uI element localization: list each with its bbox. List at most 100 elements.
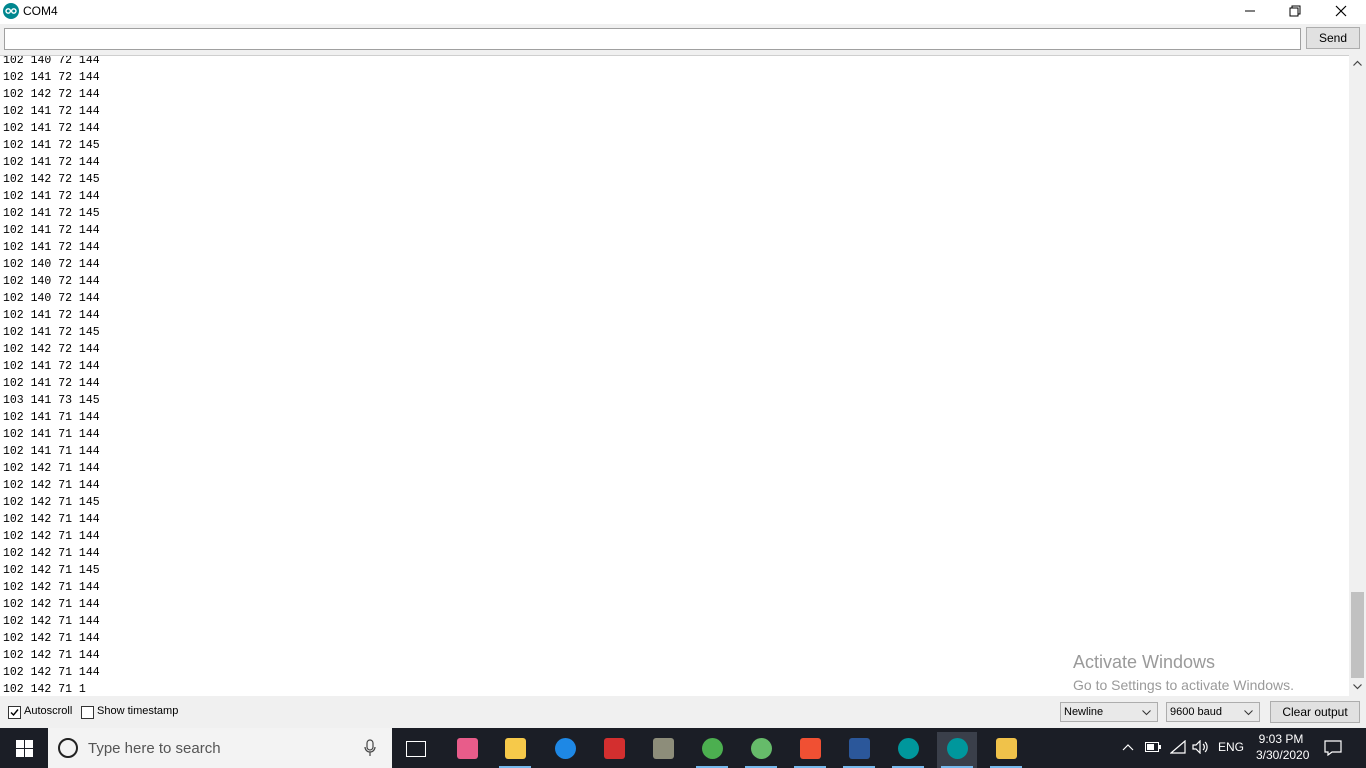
baud-rate-select[interactable]: 9600 baud: [1166, 702, 1260, 722]
output-line: 102 141 72 145: [3, 326, 100, 339]
output-line: 102 142 72 145: [3, 173, 100, 186]
output-line: 102 142 71 144: [3, 513, 100, 526]
notification-center-icon[interactable]: [1324, 740, 1342, 756]
wifi-icon[interactable]: [1170, 740, 1186, 754]
autoscroll-checkbox[interactable]: [8, 706, 21, 719]
output-line: 102 141 72 145: [3, 207, 100, 220]
output-line: 102 141 72 144: [3, 71, 100, 84]
output-line: 102 142 72 144: [3, 88, 100, 101]
word-taskbar-button[interactable]: [839, 732, 879, 768]
output-line: 102 142 71 144: [3, 615, 100, 628]
battery-icon[interactable]: [1145, 742, 1161, 752]
minimize-button[interactable]: [1227, 0, 1273, 22]
git-icon: [800, 738, 821, 759]
restore-button[interactable]: [1272, 0, 1318, 22]
file-explorer-taskbar-button[interactable]: [495, 732, 535, 768]
show-timestamp-checkbox[interactable]: [81, 706, 94, 719]
output-line: 102 142 71 144: [3, 581, 100, 594]
arduino-active-taskbar-button[interactable]: [937, 732, 977, 768]
word-icon: [849, 738, 870, 759]
gimp-icon: [653, 738, 674, 759]
send-toolbar: Send: [0, 24, 1366, 55]
task-view-taskbar-button[interactable]: [396, 732, 436, 768]
edge-taskbar-button[interactable]: [545, 732, 585, 768]
solidworks-taskbar-button[interactable]: [594, 732, 634, 768]
chevron-down-icon: [1142, 710, 1151, 716]
snipping-tool-icon: [457, 738, 478, 759]
output-line: 102 141 72 144: [3, 309, 100, 322]
output-line: 102 141 72 144: [3, 190, 100, 203]
output-line: 102 141 72 144: [3, 360, 100, 373]
output-line: 102 142 71 144: [3, 632, 100, 645]
output-line: 102 142 71 144: [3, 598, 100, 611]
scrollbar-thumb[interactable]: [1351, 592, 1364, 678]
arduino-icon: [898, 738, 919, 759]
microphone-icon[interactable]: [364, 739, 376, 757]
baud-rate-value: 9600 baud: [1170, 706, 1222, 718]
output-line: 102 142 71 144: [3, 547, 100, 560]
output-line: 102 140 72 144: [3, 275, 100, 288]
show-hidden-icons-chevron-icon[interactable]: [1122, 743, 1134, 751]
output-line: 102 142 71 144: [3, 649, 100, 662]
output-line: 102 141 71 144: [3, 411, 100, 424]
git-taskbar-button[interactable]: [790, 732, 830, 768]
output-line: 102 142 72 144: [3, 343, 100, 356]
snipping-tool-taskbar-button[interactable]: [447, 732, 487, 768]
atom-taskbar-button[interactable]: [741, 732, 781, 768]
output-line: 102 140 72 144: [3, 55, 100, 67]
scroll-down-arrow-icon[interactable]: [1349, 679, 1366, 696]
scroll-up-arrow-icon[interactable]: [1349, 55, 1366, 72]
system-clock[interactable]: 9:03 PM 3/30/2020: [1256, 731, 1309, 763]
serial-output[interactable]: 102 140 72 144 102 141 72 144 102 142 72 1…: [0, 55, 1349, 696]
output-line: 102 142 71 144: [3, 530, 100, 543]
output-line: 102 140 72 144: [3, 292, 100, 305]
taskbar-search-box[interactable]: Type here to search: [48, 728, 392, 768]
volume-icon[interactable]: [1192, 740, 1210, 754]
output-line: 102 142 71 1: [3, 683, 86, 696]
monitor-footer: Autoscroll Show timestamp Newline 9600 b…: [0, 696, 1366, 728]
clock-time: 9:03 PM: [1258, 732, 1304, 746]
activation-watermark-title: Activate Windows: [1073, 652, 1216, 672]
output-line: 103 141 73 145: [3, 394, 100, 407]
search-placeholder: Type here to search: [88, 740, 221, 757]
chrome-taskbar-button[interactable]: [692, 732, 732, 768]
language-indicator[interactable]: ENG: [1218, 740, 1244, 756]
output-line: 102 142 71 144: [3, 479, 100, 492]
close-button[interactable]: [1318, 0, 1364, 22]
output-line: 102 142 71 145: [3, 496, 100, 509]
send-button[interactable]: Send: [1306, 27, 1360, 49]
file-explorer-icon: [505, 738, 526, 759]
arduino-icon-active: [947, 738, 968, 759]
output-line: 102 141 72 144: [3, 105, 100, 118]
output-line: 102 142 71 144: [3, 666, 100, 679]
output-line: 102 141 72 144: [3, 122, 100, 135]
line-ending-select[interactable]: Newline: [1060, 702, 1158, 722]
atom-icon: [751, 738, 772, 759]
serial-input[interactable]: [4, 28, 1301, 50]
activation-watermark-subtitle: Go to Settings to activate Windows.: [1073, 677, 1294, 693]
windows-taskbar: Type here to search ENG 9:03 PM 3/30/202…: [0, 728, 1366, 768]
output-line: 102 140 72 144: [3, 258, 100, 271]
title-bar: COM4: [0, 0, 1366, 24]
vertical-scrollbar[interactable]: [1349, 55, 1366, 696]
chevron-down-icon: [1244, 710, 1253, 716]
arduino-app-icon: [3, 3, 19, 19]
solidworks-icon: [604, 738, 625, 759]
gimp-taskbar-button[interactable]: [643, 732, 683, 768]
paint-taskbar-button[interactable]: [986, 732, 1026, 768]
autoscroll-label: Autoscroll: [24, 705, 73, 717]
chrome-icon: [702, 738, 723, 759]
clear-output-button[interactable]: Clear output: [1270, 701, 1360, 723]
output-line: 102 141 72 144: [3, 241, 100, 254]
show-timestamp-label: Show timestamp: [97, 705, 179, 717]
output-line: 102 141 72 144: [3, 224, 100, 237]
line-ending-value: Newline: [1064, 706, 1104, 718]
paint-icon: [996, 738, 1017, 759]
output-line: 102 141 72 144: [3, 156, 100, 169]
start-button[interactable]: [0, 728, 48, 768]
edge-icon: [555, 738, 576, 759]
output-line: 102 141 71 144: [3, 445, 100, 458]
arduino-taskbar-button[interactable]: [888, 732, 928, 768]
output-line: 102 141 72 144: [3, 377, 100, 390]
output-line: 102 142 71 144: [3, 462, 100, 475]
